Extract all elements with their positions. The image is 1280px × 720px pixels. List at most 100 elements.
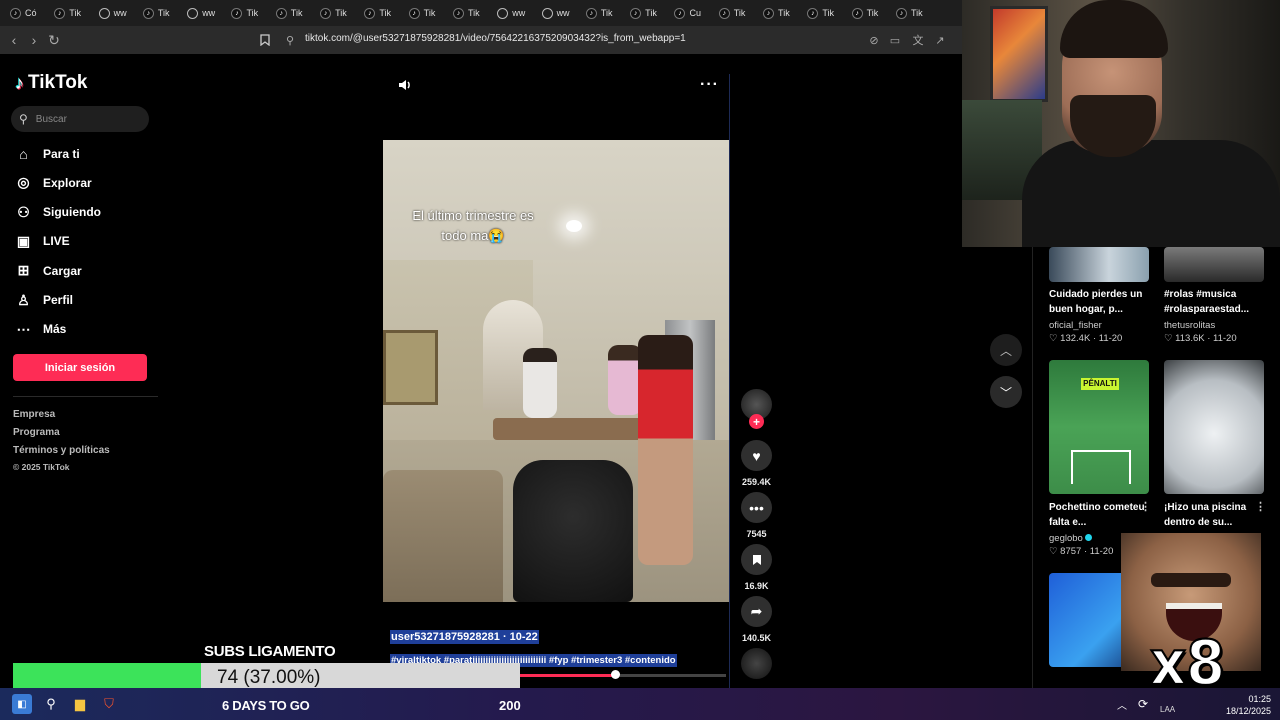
globe-icon — [187, 7, 199, 19]
sidebar-item-cargar[interactable]: ⊞ Cargar — [15, 262, 82, 279]
browser-tab-label: Tik — [290, 8, 303, 18]
sidebar-item-para-ti[interactable]: ⌂ Para ti — [15, 145, 79, 162]
sidebar-item-perfil[interactable]: ♙ Perfil — [15, 292, 73, 309]
tiktok-icon: ♪ — [10, 7, 21, 19]
music-disc-icon[interactable] — [741, 648, 772, 679]
browser-tab[interactable]: ♪ Tik — [620, 0, 664, 26]
browser-tab[interactable]: ♪ Tik — [443, 0, 487, 26]
site-info-icon[interactable]: ⚲ — [280, 30, 300, 50]
rec-title-2[interactable]: #rolas #musica #rolasparaestad... — [1164, 287, 1276, 317]
browser-tab[interactable]: ♪ Tik — [842, 0, 886, 26]
sidebar-item-live[interactable]: ▣ LIVE — [15, 233, 70, 250]
rec-user-1[interactable]: oficial_fisher — [1049, 320, 1102, 331]
next-video-button[interactable]: ﹀ — [990, 376, 1022, 408]
bookmark-icon[interactable] — [255, 30, 275, 50]
tiktok-icon: ♪ — [895, 7, 907, 19]
app-icon-outlook[interactable]: ◧ — [12, 694, 32, 714]
sidebar-item-siguiendo[interactable]: ⚇ Siguiendo — [15, 204, 101, 221]
browser-tab[interactable]: ♪ Tik — [709, 0, 753, 26]
save-action[interactable]: 16.9K — [741, 544, 772, 591]
sync-icon[interactable]: ⟳ — [1133, 694, 1153, 714]
browser-tab[interactable]: ♪ Tik — [576, 0, 620, 26]
rec-4-kebab-icon[interactable]: ⋮ — [1255, 500, 1266, 513]
volume-icon[interactable] — [397, 77, 413, 97]
previous-video-button[interactable]: ︿ — [990, 334, 1022, 366]
sidebar-item-explorar[interactable]: ◎ Explorar — [15, 174, 91, 191]
heart-icon[interactable]: ♥ — [741, 440, 772, 471]
days-to-go-text: 6 DAYS TO GO — [222, 698, 310, 713]
browser-tab-label: Tik — [379, 8, 392, 18]
rec-likes-1: 132.4K — [1060, 333, 1091, 344]
search-icon[interactable]: ⚲ — [41, 694, 61, 714]
footer-link-programa[interactable]: Programa — [13, 427, 60, 438]
browser-tab[interactable]: ♪ Tik — [221, 0, 265, 26]
tray-chevron-up-icon[interactable]: ︿ — [1112, 694, 1132, 714]
rec-user-3[interactable]: geglobo — [1049, 533, 1093, 544]
browser-tab[interactable]: ♪ Tik — [310, 0, 354, 26]
share-arrow-icon[interactable]: ➦ — [741, 596, 772, 627]
forward-icon[interactable]: › — [24, 30, 44, 50]
browser-tab-label: Tik — [600, 8, 613, 18]
browser-tab[interactable]: ♪ Tik — [44, 0, 88, 26]
subs-goal-value: 74 (37.00%) — [217, 667, 321, 688]
webcam-overlay — [962, 0, 1280, 247]
rec-thumb-1[interactable] — [1049, 247, 1149, 282]
reload-icon[interactable]: ↻ — [44, 30, 64, 50]
browser-tab[interactable]: ♪ Tik — [399, 0, 443, 26]
tiktok-icon: ♪ — [763, 7, 775, 19]
follow-plus-icon[interactable]: + — [749, 414, 764, 429]
share-action[interactable]: ➦ 140.5K — [741, 596, 772, 643]
couch — [383, 470, 503, 602]
verified-badge-icon — [1085, 534, 1093, 541]
rec-thumb-4[interactable] — [1164, 360, 1264, 494]
rec-date-2: 11-20 — [1213, 333, 1237, 344]
comment-action[interactable]: ••• 7545 — [741, 492, 772, 539]
browser-tab[interactable]: ww — [89, 0, 133, 26]
rec-thumb-2[interactable] — [1164, 247, 1264, 282]
browser-tab[interactable]: ♪ Tik — [886, 0, 930, 26]
comment-icon[interactable]: ••• — [741, 492, 772, 523]
keyboard-language[interactable]: LAA — [1160, 705, 1175, 714]
rec-stats-3: ♡ 8757 · 11-20 — [1049, 546, 1113, 557]
login-button[interactable]: Iniciar sesión — [13, 354, 147, 381]
browser-tab[interactable]: ♪ Tik — [753, 0, 797, 26]
more-options-icon[interactable]: ··· — [700, 76, 719, 94]
footer-link-terminos[interactable]: Términos y políticas — [13, 445, 110, 456]
streamer-hair — [1060, 0, 1168, 58]
browser-tab[interactable]: ♪ Tik — [266, 0, 310, 26]
panel-divider — [1032, 247, 1033, 688]
tiktok-logo[interactable]: ♪ TikTok — [15, 72, 87, 94]
taskbar-clock[interactable]: 01:25 18/12/2025 — [1226, 693, 1271, 717]
video-progress-knob[interactable] — [610, 670, 620, 679]
video-player[interactable]: El último trimestre es todo ma😭 — [383, 140, 730, 602]
bookmark-save-icon[interactable] — [741, 544, 772, 575]
sidebar-item-mas[interactable]: ⋯ Más — [15, 321, 67, 338]
browser-tab[interactable]: ww — [487, 0, 531, 26]
rec-3-kebab-icon[interactable]: ⋮ — [1140, 500, 1151, 513]
browser-tab[interactable]: ♪ Tik — [797, 0, 841, 26]
like-action[interactable]: ♥ 259.4K — [741, 440, 772, 487]
browser-tab[interactable]: ♪ Có — [0, 0, 44, 26]
footer-link-empresa[interactable]: Empresa — [13, 409, 55, 420]
heart-outline-icon: ♡ — [1049, 546, 1058, 557]
video-author-line[interactable]: user53271875928281 · 10-22 — [390, 630, 539, 644]
reader-off-icon[interactable]: ⊘ — [864, 30, 884, 50]
rec-user-2[interactable]: thetusrolitas — [1164, 320, 1215, 331]
mirror — [383, 330, 438, 405]
browser-tab[interactable]: ww — [532, 0, 576, 26]
browser-tab[interactable]: ♪ Tik — [133, 0, 177, 26]
browser-tab[interactable]: ♪ Tik — [354, 0, 398, 26]
screen-icon[interactable]: ▭ — [885, 30, 905, 50]
browser-tab[interactable]: ♪ Cu — [664, 0, 708, 26]
search-input[interactable]: ⚲ Buscar — [11, 106, 149, 132]
file-explorer-icon[interactable]: ▆ — [70, 694, 90, 714]
rec-thumb-3[interactable]: PÊNALTI — [1049, 360, 1149, 494]
brave-browser-icon[interactable]: ⛉ — [99, 694, 119, 714]
tiktok-note-icon: ♪ — [15, 72, 24, 93]
translate-icon[interactable]: 文 — [908, 30, 928, 50]
share-icon[interactable]: ↗ — [930, 30, 950, 50]
rec-title-1[interactable]: Cuidado pierdes un buen hogar, p... — [1049, 287, 1161, 317]
url-text[interactable]: tiktok.com/@user53271875928281/video/756… — [305, 33, 686, 44]
browser-tab[interactable]: ww — [177, 0, 221, 26]
back-icon[interactable]: ‹ — [4, 30, 24, 50]
